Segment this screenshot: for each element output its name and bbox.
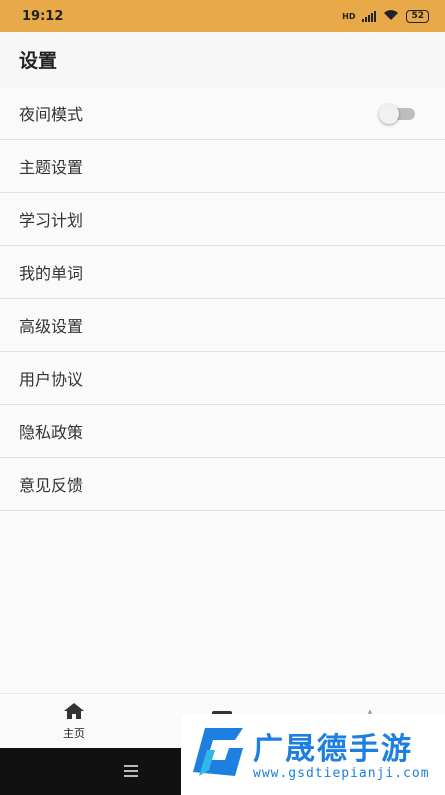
status-time: 19:12 (22, 8, 64, 24)
network-label: HD (342, 11, 356, 21)
signal-icon (362, 10, 377, 22)
watermark-logo-icon (185, 720, 249, 784)
watermark-url: www.gsdtiepianji.com (253, 766, 430, 781)
battery-icon: 52 (406, 9, 429, 23)
settings-item-advanced[interactable]: 高级设置 (0, 299, 445, 352)
settings-item-study-plan[interactable]: 学习计划 (0, 193, 445, 246)
watermark: 广晟德手游 www.gsdtiepianji.com (181, 714, 445, 795)
settings-item-theme[interactable]: 主题设置 (0, 140, 445, 193)
settings-item-label: 用户协议 (19, 370, 84, 389)
status-icons: HD 52 (342, 9, 429, 24)
settings-item-label: 学习计划 (19, 211, 84, 230)
settings-item-label: 高级设置 (19, 317, 84, 336)
settings-item-label: 隐私政策 (19, 423, 84, 442)
watermark-title: 广晟德手游 (253, 732, 413, 767)
home-icon (63, 702, 85, 723)
wifi-icon (383, 9, 399, 24)
page-title: 设置 (0, 32, 445, 87)
settings-item-label: 我的单词 (19, 264, 84, 283)
nav-item-home[interactable]: 主页 (0, 694, 148, 749)
settings-item-privacy-policy[interactable]: 隐私政策 (0, 405, 445, 458)
settings-list: 夜间模式 主题设置 学习计划 我的单词 高级设置 用户协议 隐私政策 意见反馈 (0, 87, 445, 511)
nav-item-label: 主页 (63, 727, 85, 740)
toggle-thumb (379, 104, 399, 124)
settings-item-night-mode[interactable]: 夜间模式 (0, 87, 445, 140)
settings-item-label: 主题设置 (19, 158, 84, 177)
settings-item-user-agreement[interactable]: 用户协议 (0, 352, 445, 405)
settings-item-label: 夜间模式 (19, 105, 84, 124)
settings-item-feedback[interactable]: 意见反馈 (0, 458, 445, 511)
settings-item-my-words[interactable]: 我的单词 (0, 246, 445, 299)
status-bar: 19:12 HD 52 (0, 0, 445, 32)
settings-item-label: 意见反馈 (19, 476, 84, 495)
menu-icon[interactable] (124, 765, 138, 780)
night-mode-toggle[interactable] (379, 103, 415, 124)
